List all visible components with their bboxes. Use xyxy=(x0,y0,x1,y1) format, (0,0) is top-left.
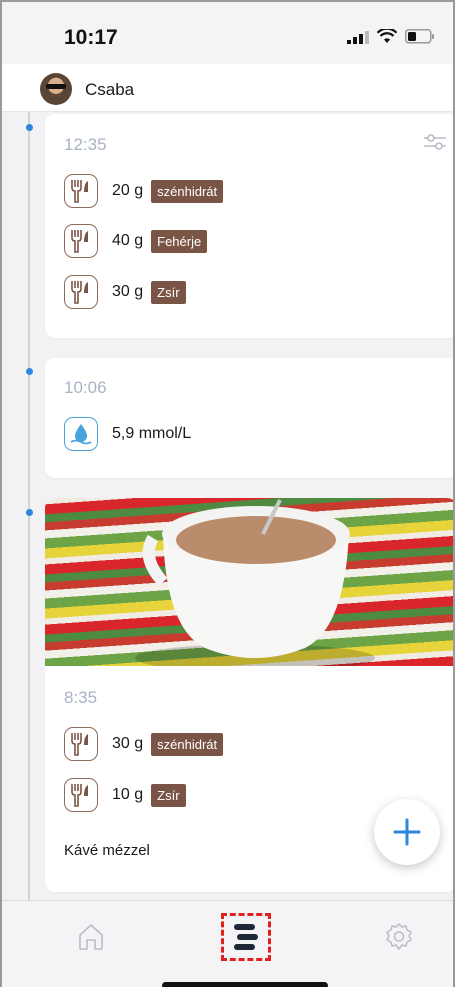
meal-photo[interactable] xyxy=(45,498,453,666)
water-drop-icon xyxy=(64,417,98,451)
user-name: Csaba xyxy=(85,80,135,99)
tab-home[interactable] xyxy=(66,913,116,961)
status-time: 10:17 xyxy=(64,26,118,49)
utensils-icon xyxy=(64,224,98,258)
list-item: 40 g Fehérje xyxy=(64,223,208,259)
timeline-dot xyxy=(26,368,33,375)
nutrient-badge: szénhidrát xyxy=(151,179,224,203)
cellular-signal-icon xyxy=(347,30,369,44)
add-entry-button[interactable] xyxy=(374,799,440,865)
list-item: 20 g szénhidrát xyxy=(64,173,224,209)
glucose-value: 5,9 mmol/L xyxy=(112,425,192,442)
meal-entry-card[interactable]: 12:35 20 g szénhidrát 40 g Fehérje 30 g … xyxy=(45,114,453,338)
glucose-entry-card[interactable]: 10:06 5,9 mmol/L xyxy=(45,358,453,478)
home-icon xyxy=(79,924,103,950)
list-item: 30 g szénhidrát xyxy=(64,726,224,762)
amount-text: 40 g xyxy=(112,232,144,249)
entry-note: Kávé mézzel xyxy=(64,842,150,859)
nutrient-badge: Zsír xyxy=(151,783,186,807)
amount-text: 10 g xyxy=(112,786,144,803)
plus-icon xyxy=(393,818,421,846)
tab-settings[interactable] xyxy=(374,913,424,961)
battery-icon xyxy=(405,29,434,44)
nutrient-badge: szénhidrát xyxy=(151,732,224,756)
nutrient-badge: Fehérje xyxy=(151,229,208,253)
filter-icon[interactable] xyxy=(423,132,447,152)
utensils-icon xyxy=(64,174,98,208)
settings-icon xyxy=(386,923,412,950)
nutrient-badge: Zsír xyxy=(151,280,186,304)
app-screen: 10:17 Csaba 12:35 20 g szénhidrát 40 g F… xyxy=(0,0,455,987)
entry-time: 8:35 xyxy=(64,688,98,707)
user-header[interactable]: Csaba xyxy=(2,64,453,112)
amount-text: 30 g xyxy=(112,735,144,752)
home-indicator[interactable] xyxy=(162,982,328,987)
list-icon xyxy=(234,924,258,950)
status-bar: 10:17 xyxy=(2,2,453,64)
timeline-dot xyxy=(26,509,33,516)
list-item: 5,9 mmol/L xyxy=(64,416,191,452)
tab-timeline[interactable] xyxy=(221,913,271,961)
timeline-dot xyxy=(26,124,33,131)
avatar[interactable] xyxy=(40,73,72,105)
list-item: 10 g Zsír xyxy=(64,777,186,813)
utensils-icon xyxy=(64,727,98,761)
status-icons xyxy=(347,29,435,44)
entry-time: 12:35 xyxy=(64,135,107,154)
tab-bar xyxy=(2,900,453,987)
wifi-icon xyxy=(377,29,397,43)
utensils-icon xyxy=(64,778,98,812)
list-item: 30 g Zsír xyxy=(64,274,186,310)
amount-text: 20 g xyxy=(112,182,144,199)
entry-time: 10:06 xyxy=(64,378,107,397)
utensils-icon xyxy=(64,275,98,309)
amount-text: 30 g xyxy=(112,283,144,300)
timeline-line xyxy=(28,112,30,902)
